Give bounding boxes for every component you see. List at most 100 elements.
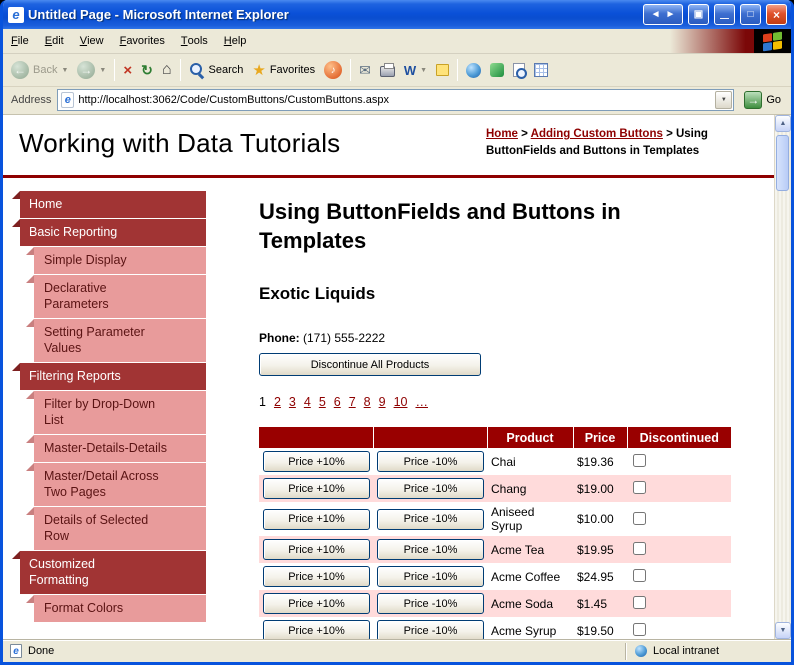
sidebar-item-filtering-reports[interactable]: Filtering Reports xyxy=(12,363,206,390)
discontinue-all-button[interactable]: Discontinue All Products xyxy=(259,353,481,376)
scroll-up-button[interactable]: ▲ xyxy=(775,115,791,132)
title-bar: e Untitled Page - Microsoft Internet Exp… xyxy=(3,0,791,29)
menu-view[interactable]: View xyxy=(72,29,112,53)
minimize-button[interactable]: — xyxy=(714,4,735,25)
edit-button[interactable]: W ▼ xyxy=(400,61,431,80)
price-increase-button[interactable]: Price +10% xyxy=(263,620,370,639)
page-link-7[interactable]: 7 xyxy=(349,395,356,409)
sidebar-item-basic-reporting[interactable]: Basic Reporting xyxy=(12,219,206,246)
price-increase-button[interactable]: Price +10% xyxy=(263,451,370,472)
price-decrease-button[interactable]: Price -10% xyxy=(377,620,484,639)
print-button[interactable] xyxy=(376,60,399,80)
go-button[interactable]: → Go xyxy=(740,90,785,110)
page-icon: e xyxy=(61,92,75,108)
sidebar-item-filter-by-drop-down-list[interactable]: Filter by Drop-Down List xyxy=(26,391,206,434)
discontinued-checkbox[interactable] xyxy=(633,542,646,555)
page-link-6[interactable]: 6 xyxy=(334,395,341,409)
page-link-3[interactable]: 3 xyxy=(289,395,296,409)
sidebar-item-simple-display[interactable]: Simple Display xyxy=(26,247,206,274)
price-decrease-button[interactable]: Price -10% xyxy=(377,451,484,472)
address-input[interactable]: e http://localhost:3062/Code/CustomButto… xyxy=(57,89,735,111)
zone-pane: Local intranet xyxy=(631,645,787,657)
status-message: Done xyxy=(28,645,55,657)
sidebar-item-home[interactable]: Home xyxy=(12,191,206,218)
sidebar-item-customized-formatting[interactable]: Customized Formatting xyxy=(12,551,206,594)
price-increase-button[interactable]: Price +10% xyxy=(263,566,370,587)
scrollbar-track[interactable] xyxy=(775,132,791,622)
page-link-ellipsis[interactable]: … xyxy=(415,395,428,409)
sidebar-item-master-details-details[interactable]: Master-Details-Details xyxy=(26,435,206,462)
menu-edit[interactable]: Edit xyxy=(37,29,72,53)
research-button[interactable] xyxy=(509,60,529,80)
scrollbar-thumb[interactable] xyxy=(776,135,789,191)
menu-file[interactable]: File xyxy=(3,29,37,53)
page-link-5[interactable]: 5 xyxy=(319,395,326,409)
menu-tools[interactable]: Tools xyxy=(173,29,216,53)
favorites-button[interactable]: ★ Favorites xyxy=(248,60,319,81)
sidebar-item-details-of-selected-row[interactable]: Details of Selected Row xyxy=(26,507,206,550)
discontinued-checkbox[interactable] xyxy=(633,596,646,609)
search-button[interactable]: Search xyxy=(185,59,248,81)
sidebar-item-master-detail-across-two-pages[interactable]: Master/Detail Across Two Pages xyxy=(26,463,206,506)
price-increase-button[interactable]: Price +10% xyxy=(263,508,370,530)
increase-cell: Price +10% xyxy=(259,448,373,475)
price-increase-button[interactable]: Price +10% xyxy=(263,593,370,614)
discontinued-checkbox[interactable] xyxy=(633,481,646,494)
breadcrumb-link-adding-custom-buttons[interactable]: Adding Custom Buttons xyxy=(531,128,663,140)
price-decrease-button[interactable]: Price -10% xyxy=(377,593,484,614)
discontinued-checkbox[interactable] xyxy=(633,511,646,525)
menu-bar: File Edit View Favorites Tools Help xyxy=(3,29,791,54)
media-button[interactable]: ♪ xyxy=(320,58,346,82)
grid-header-empty xyxy=(259,427,374,448)
product-name: Acme Soda xyxy=(487,590,573,617)
stop-icon: × xyxy=(123,61,133,79)
close-button[interactable]: × xyxy=(766,4,787,25)
breadcrumb-link-home[interactable]: Home xyxy=(486,128,518,140)
msn-button[interactable] xyxy=(486,60,508,80)
discontinued-checkbox[interactable] xyxy=(633,623,646,636)
maximize-icon: □ xyxy=(747,9,754,20)
discontinued-checkbox[interactable] xyxy=(633,454,646,467)
maximize-button[interactable]: □ xyxy=(740,4,761,25)
page-link-2[interactable]: 2 xyxy=(274,395,281,409)
page-link-10[interactable]: 10 xyxy=(394,395,408,409)
menu-help[interactable]: Help xyxy=(216,29,255,53)
mail-icon: ✉ xyxy=(359,62,371,78)
discuss-button[interactable] xyxy=(432,61,453,79)
decrease-cell: Price -10% xyxy=(373,502,487,536)
price-decrease-button[interactable]: Price -10% xyxy=(377,566,484,587)
forward-button[interactable]: → ▼ xyxy=(73,58,110,82)
increase-cell: Price +10% xyxy=(259,502,373,536)
discontinued-cell xyxy=(627,617,731,639)
title-window-button[interactable]: ▣ xyxy=(688,4,709,25)
page-link-8[interactable]: 8 xyxy=(364,395,371,409)
page-link-4[interactable]: 4 xyxy=(304,395,311,409)
price-increase-button[interactable]: Price +10% xyxy=(263,539,370,560)
sidebar-item-setting-parameter-values[interactable]: Setting Parameter Values xyxy=(26,319,206,362)
search-label: Search xyxy=(208,64,244,76)
discontinued-checkbox[interactable] xyxy=(633,569,646,582)
back-button[interactable]: ← Back ▼ xyxy=(7,58,72,82)
mail-button[interactable]: ✉ xyxy=(355,60,375,80)
refresh-button[interactable]: ↻ xyxy=(137,60,157,80)
vertical-scrollbar[interactable]: ▲ ▼ xyxy=(774,115,791,639)
scroll-down-button[interactable]: ▼ xyxy=(775,622,791,639)
menu-favorites[interactable]: Favorites xyxy=(112,29,173,53)
discontinued-cell xyxy=(627,448,731,475)
price-increase-button[interactable]: Price +10% xyxy=(263,478,370,499)
grid-tool-button[interactable] xyxy=(530,60,552,80)
price-decrease-button[interactable]: Price -10% xyxy=(377,508,484,530)
price-decrease-button[interactable]: Price -10% xyxy=(377,539,484,560)
forward-icon: → xyxy=(77,61,96,79)
stop-button[interactable]: × xyxy=(119,60,136,81)
messenger-button[interactable] xyxy=(462,60,485,81)
price-value: $10.00 xyxy=(573,502,627,536)
discontinued-cell xyxy=(627,502,731,536)
sidebar-item-declarative-parameters[interactable]: Declarative Parameters xyxy=(26,275,206,318)
sidebar-item-format-colors[interactable]: Format Colors xyxy=(26,595,206,622)
page-link-9[interactable]: 9 xyxy=(379,395,386,409)
title-arrows-button[interactable]: ◄ ► xyxy=(643,4,683,25)
price-decrease-button[interactable]: Price -10% xyxy=(377,478,484,499)
home-button[interactable]: ⌂ xyxy=(158,59,176,81)
address-dropdown-button[interactable]: ▼ xyxy=(715,91,733,109)
